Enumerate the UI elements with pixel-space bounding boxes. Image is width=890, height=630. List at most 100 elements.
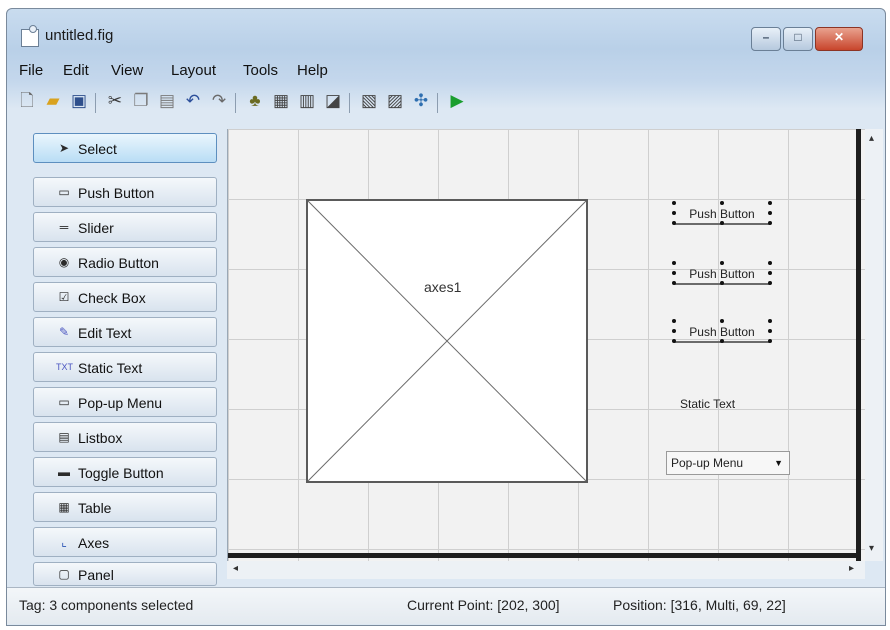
property-inspector-icon[interactable]: ▨: [385, 91, 405, 111]
palette-push-button[interactable]: ▭ Push Button: [33, 177, 217, 207]
open-folder-icon[interactable]: ▰: [43, 91, 63, 111]
palette-select[interactable]: ➤ Select: [33, 133, 217, 163]
menu-help[interactable]: Help: [297, 62, 328, 79]
palette-axes[interactable]: ⌞ Axes: [33, 527, 217, 557]
toolbar-separator: [437, 93, 438, 113]
selection-handle[interactable]: [768, 211, 772, 215]
palette-label: Radio Button: [78, 255, 159, 271]
scroll-up-icon[interactable]: ▴: [869, 133, 874, 144]
selection-handle[interactable]: [672, 261, 676, 265]
palette-radio-button[interactable]: ◉ Radio Button: [33, 247, 217, 277]
editor-icon[interactable]: ▧: [359, 91, 379, 111]
status-tag: Tag: 3 components selected: [19, 597, 194, 613]
toolbar-editor-icon[interactable]: ◪: [323, 91, 343, 111]
selection-handle[interactable]: [672, 271, 676, 275]
palette-slider[interactable]: ═ Slider: [33, 212, 217, 242]
scroll-down-icon[interactable]: ▾: [869, 543, 874, 554]
palette-toggle-button[interactable]: ▬ Toggle Button: [33, 457, 217, 487]
component-palette: ➤ Select ▭ Push Button ═ Slider ◉ Radio …: [33, 133, 219, 586]
selection-handle[interactable]: [720, 261, 724, 265]
palette-edit-text[interactable]: ✎ Edit Text: [33, 317, 217, 347]
palette-listbox[interactable]: ▤ Listbox: [33, 422, 217, 452]
palette-label: Slider: [78, 220, 114, 236]
status-bar: Tag: 3 components selected Current Point…: [7, 587, 885, 624]
palette-label: Static Text: [78, 360, 143, 376]
new-file-icon[interactable]: 🗋: [17, 91, 37, 111]
tab-order-icon[interactable]: ▥: [297, 91, 317, 111]
menu-bar: File Edit View Layout Tools Help: [7, 59, 885, 83]
axes-component[interactable]: axes1: [306, 199, 588, 483]
vertical-scrollbar[interactable]: ▴ ▾: [865, 129, 883, 561]
selection-handle[interactable]: [768, 261, 772, 265]
palette-static-text[interactable]: TXT Static Text: [33, 352, 217, 382]
selection-handle[interactable]: [720, 319, 724, 323]
figure-resize-border-bottom[interactable]: [228, 553, 861, 558]
selection-handle[interactable]: [720, 221, 724, 225]
push-button-component[interactable]: Push Button: [672, 261, 772, 285]
status-position: Position: [316, Multi, 69, 22]: [613, 597, 786, 613]
palette-table[interactable]: ▦ Table: [33, 492, 217, 522]
window-title: untitled.fig: [45, 27, 114, 44]
layout-area[interactable]: axes1 Push Button Push Button Push Butto…: [227, 129, 866, 561]
selection-handle[interactable]: [720, 201, 724, 205]
object-browser-icon[interactable]: ✣: [411, 91, 431, 111]
run-icon[interactable]: ▶: [447, 91, 467, 111]
selection-handle[interactable]: [672, 211, 676, 215]
close-button[interactable]: ✕: [815, 27, 863, 51]
menu-view[interactable]: View: [111, 62, 143, 79]
scroll-left-icon[interactable]: ◂: [233, 563, 238, 574]
redo-icon[interactable]: ↷: [209, 91, 229, 111]
menu-tools[interactable]: Tools: [243, 62, 278, 79]
figure-resize-border-right[interactable]: [856, 129, 861, 561]
selection-handle[interactable]: [768, 281, 772, 285]
selection-handle[interactable]: [720, 281, 724, 285]
popup-menu-component[interactable]: Pop-up Menu ▼: [666, 451, 790, 475]
minimize-icon: –: [762, 30, 770, 44]
undo-icon[interactable]: ↶: [183, 91, 203, 111]
minimize-button[interactable]: –: [751, 27, 781, 51]
toolbar-separator: [349, 93, 350, 113]
palette-label: Select: [78, 141, 117, 157]
menu-layout[interactable]: Layout: [171, 62, 216, 79]
copy-icon[interactable]: ❐: [131, 91, 151, 111]
selection-handle[interactable]: [672, 319, 676, 323]
selection-handle[interactable]: [768, 201, 772, 205]
selection-handle[interactable]: [672, 339, 676, 343]
dropdown-arrow-icon: ▼: [774, 458, 783, 468]
palette-popup-menu[interactable]: ▭ Pop-up Menu: [33, 387, 217, 417]
cut-icon[interactable]: ✂: [105, 91, 125, 111]
menu-editor-icon[interactable]: ▦: [271, 91, 291, 111]
radio-button-icon: ◉: [58, 255, 70, 269]
selection-handle[interactable]: [768, 329, 772, 333]
save-icon[interactable]: ▣: [69, 91, 89, 111]
paste-icon[interactable]: ▤: [157, 91, 177, 111]
palette-check-box[interactable]: ☑ Check Box: [33, 282, 217, 312]
selection-handle[interactable]: [672, 281, 676, 285]
align-objects-icon[interactable]: ♣: [245, 91, 265, 111]
menu-edit[interactable]: Edit: [63, 62, 89, 79]
selection-handle[interactable]: [768, 339, 772, 343]
horizontal-scrollbar[interactable]: ◂ ▸: [227, 561, 865, 579]
close-icon: ✕: [833, 30, 845, 44]
selection-handle[interactable]: [672, 329, 676, 333]
selection-handle[interactable]: [768, 271, 772, 275]
push-button-icon: ▭: [58, 185, 70, 199]
scroll-right-icon[interactable]: ▸: [849, 563, 854, 574]
menu-file[interactable]: File: [19, 62, 43, 79]
title-bar: untitled.fig – □ ✕: [7, 9, 885, 57]
static-text-component[interactable]: Static Text: [680, 397, 735, 411]
selection-handle[interactable]: [768, 221, 772, 225]
push-button-component[interactable]: Push Button: [672, 319, 772, 343]
popup-menu-icon: ▭: [58, 395, 70, 409]
palette-panel[interactable]: ▢ Panel: [33, 562, 217, 586]
guide-window: untitled.fig – □ ✕ File Edit View Layout…: [6, 8, 886, 626]
table-icon: ▦: [58, 500, 70, 514]
selection-handle[interactable]: [768, 319, 772, 323]
selection-handle[interactable]: [672, 221, 676, 225]
push-button-component[interactable]: Push Button: [672, 201, 772, 225]
selection-handle[interactable]: [720, 339, 724, 343]
maximize-button[interactable]: □: [783, 27, 813, 51]
push-button-label: Push Button: [689, 207, 755, 221]
selection-handle[interactable]: [672, 201, 676, 205]
axes-icon: ⌞: [61, 535, 67, 549]
